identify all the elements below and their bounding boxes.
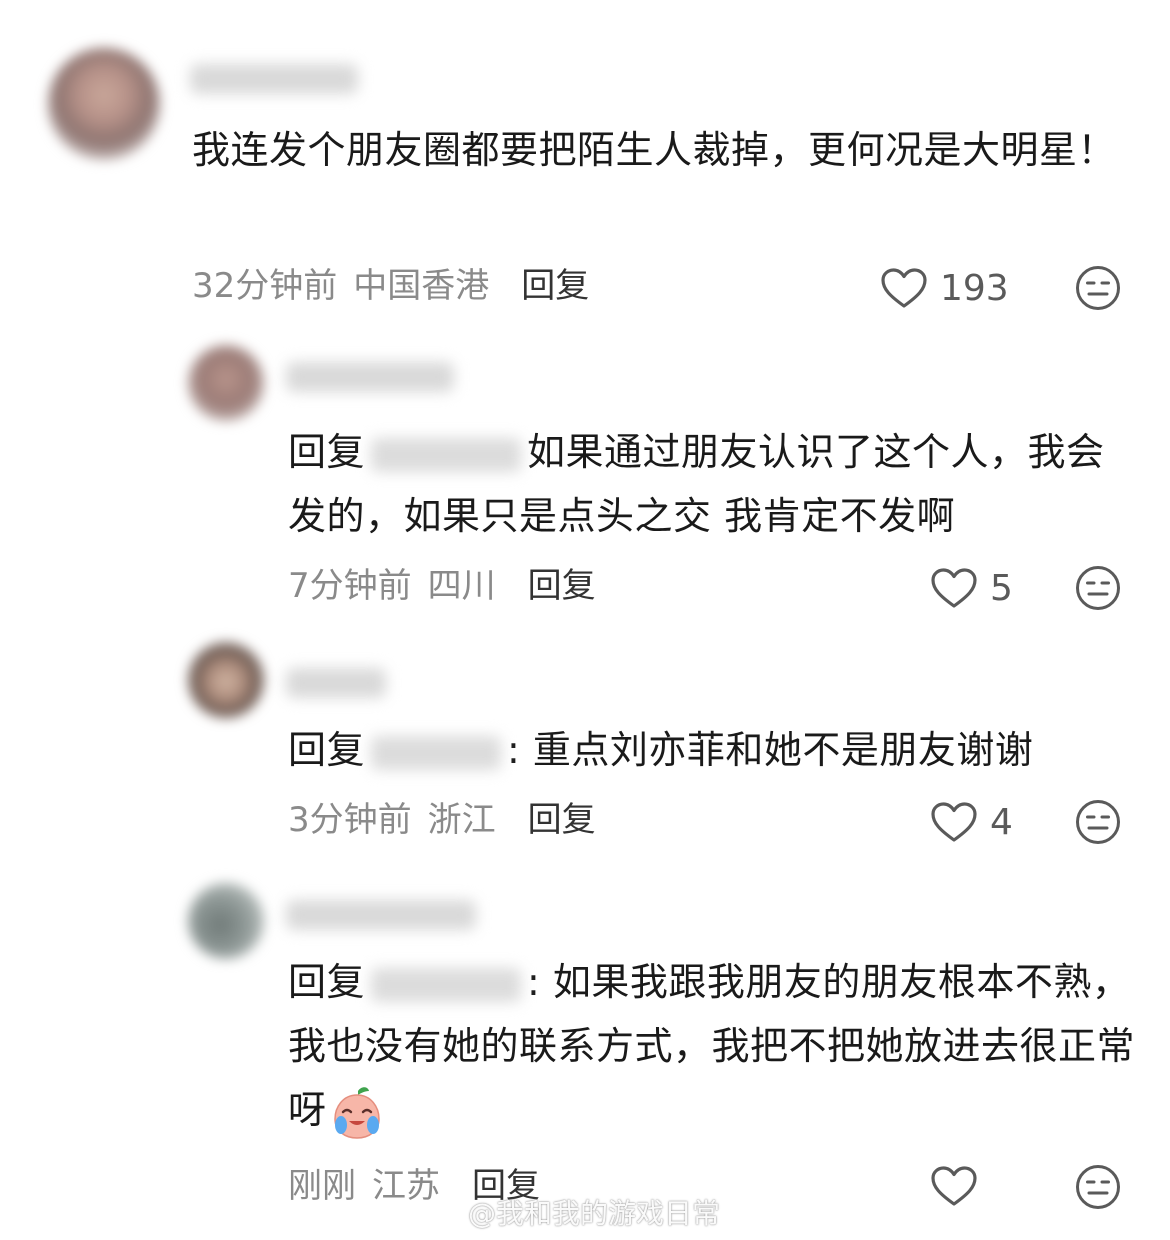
comment-meta: 32分钟前 中国香港 回复 [192,264,589,308]
reply-button[interactable]: 回复 [528,566,596,606]
mention-redacted[interactable] [371,437,522,472]
like-count: 4 [990,801,1013,843]
like-count: 5 [990,567,1013,609]
username-redacted[interactable] [286,362,454,392]
avatar[interactable] [188,642,264,718]
meh-face-icon[interactable] [1075,265,1121,311]
reply-button[interactable]: 回复 [528,800,596,840]
username-redacted[interactable] [190,64,358,94]
reply-button[interactable]: 回复 [521,266,589,306]
comment-location: 浙江 [427,800,496,840]
meh-face-icon[interactable] [1075,799,1121,845]
reply-text: 回复 如果通过朋友认识了这个人，我会发的，如果只是点头之交 我肯定不发啊 [288,420,1128,548]
username-redacted[interactable] [286,900,476,930]
reply-prefix: 回复 [288,728,366,772]
comment-text: : 重点刘亦菲和她不是朋友谢谢 [507,728,1034,772]
like-count: 193 [940,267,1009,309]
mention-redacted[interactable] [371,735,502,770]
avatar[interactable] [188,345,264,421]
like-button[interactable]: 5 [930,566,1013,610]
reply-text: 回复 : 重点刘亦菲和她不是朋友谢谢 [288,718,1128,782]
comment-time: 32分钟前 [192,266,338,306]
comment-location: 中国香港 [353,266,490,306]
heart-outline-icon [931,802,977,842]
heart-outline-icon [931,1166,977,1206]
avatar[interactable] [48,48,160,160]
mention-redacted[interactable] [371,967,522,1002]
comment-time: 刚刚 [288,1166,356,1206]
comment-time: 7分钟前 [288,566,412,606]
weibo-logo-icon [421,1200,463,1231]
comment-location: 四川 [427,566,496,606]
like-button[interactable]: 4 [930,800,1013,844]
comment-time: 3分钟前 [288,800,412,840]
crying-peach-emoji-icon [331,1085,383,1141]
reply-text: 回复: 如果我跟我朋友的朋友根本不熟，我也没有她的联系方式，我把不把她放进去很正… [288,950,1138,1142]
heart-outline-icon [881,268,927,308]
meh-face-icon[interactable] [1075,1164,1121,1210]
reply-prefix: 回复 [288,430,366,474]
like-button[interactable]: 193 [880,266,1009,310]
comment-meta: 3分钟前 浙江 回复 [288,798,596,842]
heart-outline-icon [931,568,977,608]
username-redacted[interactable] [286,668,386,698]
meh-face-icon[interactable] [1075,565,1121,611]
like-button[interactable] [930,1164,990,1208]
reply-prefix: 回复 [288,960,366,1004]
comment-text: 我连发个朋友圈都要把陌生人裁掉，更何况是大明星！ [192,128,1117,172]
watermark: @我和我的游戏日常 [420,1196,720,1232]
comment-meta: 7分钟前 四川 回复 [288,564,596,608]
avatar[interactable] [188,883,264,959]
watermark-text: @我和我的游戏日常 [468,1197,721,1230]
